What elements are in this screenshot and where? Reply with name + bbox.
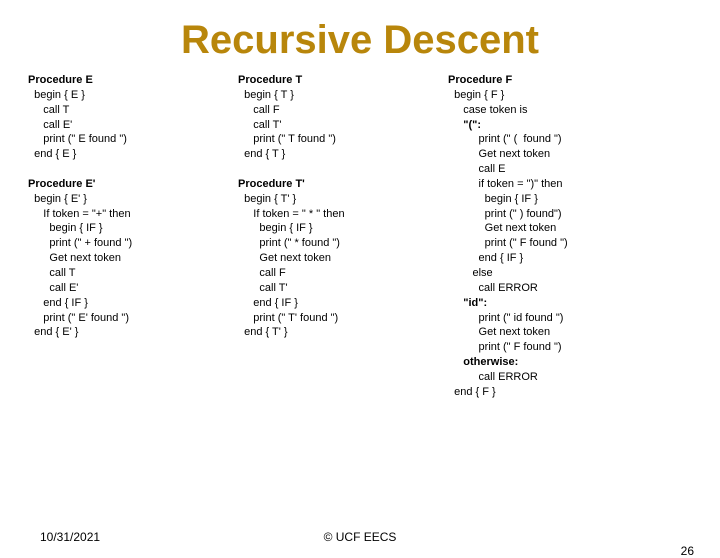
code-line: call E' [28, 282, 78, 294]
code-line: Get next token [238, 252, 331, 264]
case-open-paren: "(": [448, 119, 481, 131]
code-line: print (" F found ") [448, 237, 568, 249]
proc-tprime-header: Procedure T' [238, 178, 305, 190]
code-line: Get next token [28, 252, 121, 264]
code-line: begin { T' } [238, 193, 296, 205]
code-line: end { T } [238, 148, 285, 160]
code-line: print (" ( found ") [448, 133, 562, 145]
code-line: call E' [28, 119, 72, 131]
code-line: call T [28, 267, 75, 279]
code-line: case token is [448, 104, 527, 116]
code-line: print (" E found ") [28, 133, 127, 145]
code-line: end { IF } [448, 252, 523, 264]
code-line: begin { E } [28, 89, 85, 101]
code-line: call T [28, 104, 69, 116]
code-line: begin { IF } [238, 222, 313, 234]
proc-f-header: Procedure F [448, 74, 512, 86]
column-3: Procedure F begin { F } case token is "(… [448, 73, 698, 400]
code-line: end { IF } [238, 297, 298, 309]
column-2: Procedure T begin { T } call F call T' p… [238, 73, 448, 400]
code-line: If token = " * " then [238, 208, 345, 220]
code-line: end { E } [28, 148, 76, 160]
code-line: if token = ")" then [448, 178, 563, 190]
code-line: end { T' } [238, 326, 288, 338]
code-line: begin { E' } [28, 193, 87, 205]
case-otherwise: otherwise: [448, 356, 518, 368]
column-1: Procedure E begin { E } call T call E' p… [28, 73, 238, 400]
footer-copyright: © UCF EECS [0, 530, 720, 544]
code-line: call F [238, 267, 286, 279]
code-line: begin { F } [448, 89, 504, 101]
code-line: print (" F found ") [448, 341, 562, 353]
code-line: begin { IF } [448, 193, 538, 205]
code-line: print (" T' found ") [238, 312, 338, 324]
case-id: "id": [448, 297, 487, 309]
content-columns: Procedure E begin { E } call T call E' p… [0, 73, 720, 400]
code-line: begin { IF } [28, 222, 103, 234]
code-line: print (" T found ") [238, 133, 336, 145]
code-line: Get next token [448, 222, 556, 234]
code-line: call F [238, 104, 280, 116]
code-line: print (" * found ") [238, 237, 340, 249]
code-line: end { E' } [28, 326, 78, 338]
proc-eprime-header: Procedure E' [28, 178, 95, 190]
code-line: print (" E' found ") [28, 312, 129, 324]
code-line: call ERROR [448, 282, 538, 294]
code-line: print (" ) found") [448, 208, 562, 220]
slide-footer: 10/31/2021 © UCF EECS 26 [0, 530, 720, 544]
code-line: call ERROR [448, 371, 538, 383]
code-line: call T' [238, 119, 281, 131]
code-line: print (" + found ") [28, 237, 132, 249]
footer-page-number: 26 [681, 544, 694, 558]
footer-date: 10/31/2021 [40, 530, 100, 544]
code-line: end { IF } [28, 297, 88, 309]
proc-t-header: Procedure T [238, 74, 302, 86]
code-line: Get next token [448, 326, 550, 338]
slide-title: Recursive Descent [0, 18, 720, 63]
code-line: begin { T } [238, 89, 294, 101]
code-line: else [448, 267, 493, 279]
code-line: print (" id found ") [448, 312, 563, 324]
code-line: If token = "+" then [28, 208, 131, 220]
code-line: call E [448, 163, 505, 175]
proc-e-header: Procedure E [28, 74, 93, 86]
code-line: end { F } [448, 386, 496, 398]
code-line: call T' [238, 282, 288, 294]
code-line: Get next token [448, 148, 550, 160]
